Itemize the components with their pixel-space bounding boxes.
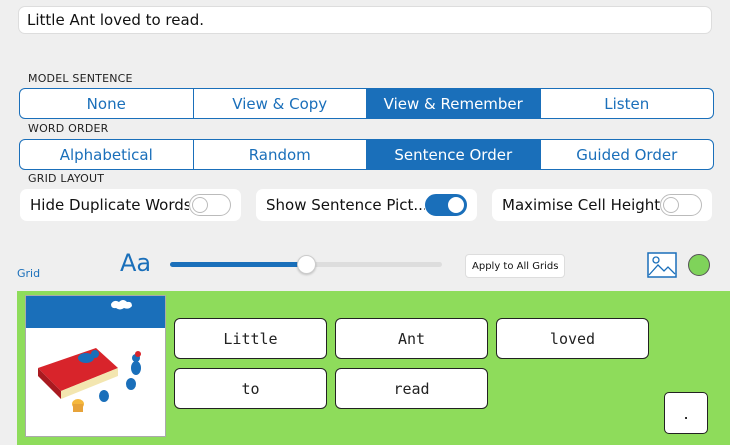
model-sentence-listen[interactable]: Listen bbox=[541, 89, 714, 118]
toggle-knob bbox=[192, 197, 208, 213]
model-sentence-view-copy[interactable]: View & Copy bbox=[194, 89, 367, 118]
word-order-alphabetical[interactable]: Alphabetical bbox=[20, 140, 194, 169]
grid-layout-label: GRID LAYOUT bbox=[28, 172, 105, 185]
font-size-slider[interactable] bbox=[170, 255, 442, 274]
punctuation-tile[interactable]: . bbox=[664, 392, 708, 434]
apply-to-all-grids-button[interactable]: Apply to All Grids bbox=[465, 254, 566, 278]
word-tile[interactable]: read bbox=[335, 368, 488, 409]
maximise-cell-height-row: Maximise Cell Height bbox=[492, 189, 712, 221]
word-grid: Little Ant loved to read . bbox=[17, 291, 730, 445]
model-sentence-none[interactable]: None bbox=[20, 89, 194, 118]
maximise-cell-height-label: Maximise Cell Height bbox=[502, 196, 660, 214]
word-tile[interactable]: Ant bbox=[335, 318, 488, 359]
grid-label: Grid bbox=[17, 267, 41, 280]
sentence-input[interactable]: Little Ant loved to read. bbox=[18, 6, 712, 34]
model-sentence-segmented: None View & Copy View & Remember Listen bbox=[19, 88, 714, 119]
maximise-cell-height-toggle[interactable] bbox=[660, 194, 702, 216]
grid-color-swatch[interactable] bbox=[688, 254, 710, 276]
toggle-knob bbox=[448, 197, 464, 213]
word-tile[interactable]: Little bbox=[174, 318, 327, 359]
word-order-sentence-order[interactable]: Sentence Order bbox=[367, 140, 541, 169]
model-sentence-view-remember[interactable]: View & Remember bbox=[367, 89, 541, 118]
model-sentence-label: MODEL SENTENCE bbox=[28, 72, 133, 85]
word-order-label: WORD ORDER bbox=[28, 122, 109, 135]
font-size-icon: Aa bbox=[120, 249, 152, 277]
hide-duplicate-words-row: Hide Duplicate Words bbox=[20, 189, 241, 221]
toggle-knob bbox=[663, 197, 679, 213]
hide-duplicate-words-label: Hide Duplicate Words bbox=[30, 196, 189, 214]
word-tile[interactable]: to bbox=[174, 368, 327, 409]
slider-fill bbox=[170, 262, 306, 267]
show-sentence-picture-toggle[interactable] bbox=[425, 194, 467, 216]
show-sentence-picture-row: Show Sentence Pict... bbox=[256, 189, 477, 221]
hide-duplicate-words-toggle[interactable] bbox=[189, 194, 231, 216]
word-order-segmented: Alphabetical Random Sentence Order Guide… bbox=[19, 139, 714, 170]
word-order-random[interactable]: Random bbox=[194, 140, 367, 169]
word-order-guided-order[interactable]: Guided Order bbox=[541, 140, 714, 169]
show-sentence-picture-label: Show Sentence Pict... bbox=[266, 196, 425, 214]
sentence-picture bbox=[25, 295, 166, 437]
image-icon[interactable] bbox=[647, 252, 677, 278]
slider-thumb[interactable] bbox=[296, 255, 316, 274]
word-tile[interactable]: loved bbox=[496, 318, 649, 359]
